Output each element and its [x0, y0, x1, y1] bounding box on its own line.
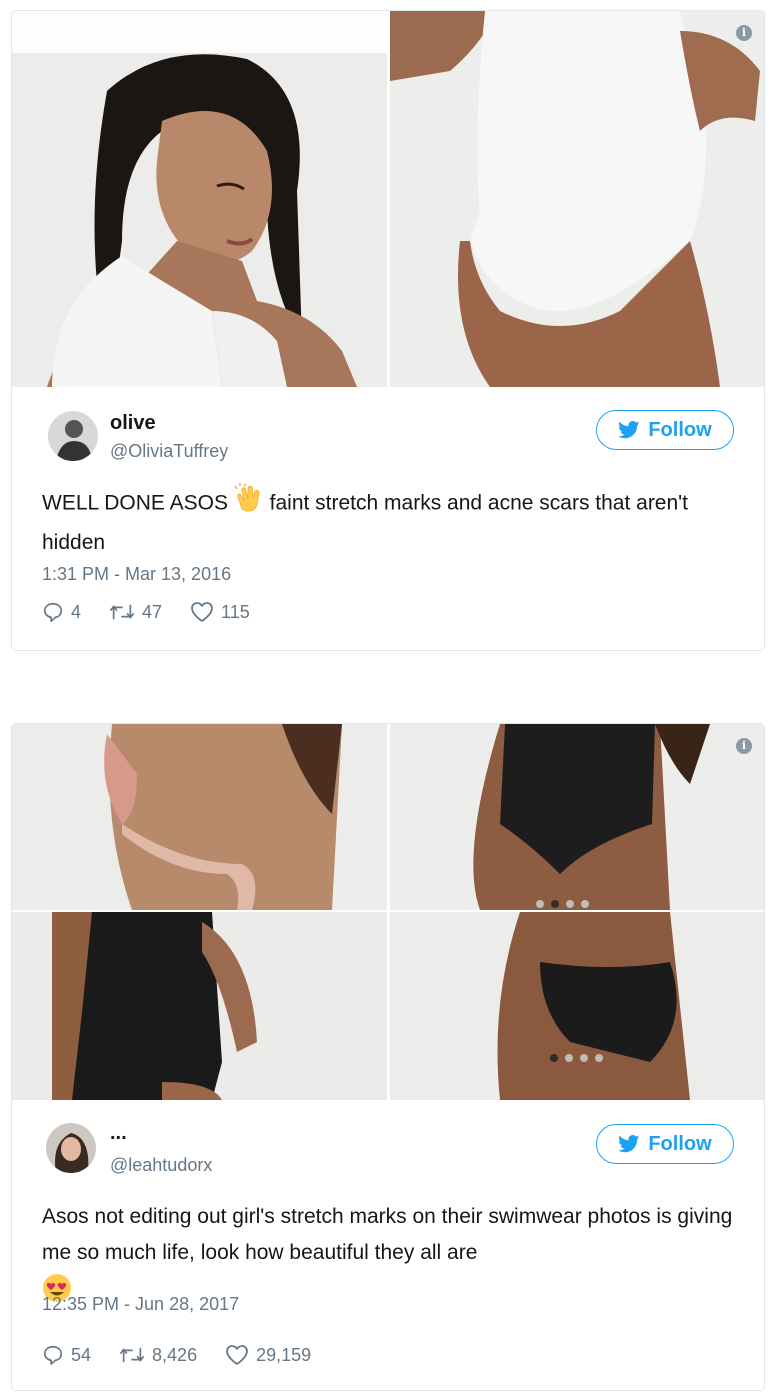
carousel-dot[interactable]: [580, 1054, 588, 1062]
user-handle[interactable]: @leahtudorx: [110, 1155, 212, 1176]
retweet-button[interactable]: 8,426: [119, 1345, 197, 1366]
action-bar: 4 47 115: [42, 601, 278, 623]
tweet-media-2[interactable]: i: [12, 724, 764, 1100]
retweet-count: 8,426: [152, 1344, 198, 1365]
follow-button[interactable]: Follow: [596, 410, 734, 450]
retweet-icon: [110, 604, 134, 620]
info-icon[interactable]: i: [736, 25, 752, 41]
photo-black-lace-back[interactable]: [390, 724, 764, 910]
carousel-dot[interactable]: [566, 900, 574, 908]
tweet-text-body: Asos not editing out girl's stretch mark…: [42, 1205, 733, 1264]
carousel-dot[interactable]: [595, 1054, 603, 1062]
like-button[interactable]: 115: [190, 601, 250, 623]
follow-label: Follow: [648, 1132, 712, 1155]
heart-icon: [226, 1345, 248, 1365]
carousel-dots[interactable]: [536, 900, 589, 908]
twitter-bird-icon: [618, 1135, 640, 1153]
tweet-text: WELL DONE ASOS faint stretch marks and a…: [42, 483, 742, 561]
like-button[interactable]: 29,159: [225, 1344, 311, 1366]
like-count: 29,159: [256, 1344, 312, 1365]
heart-icon: [191, 602, 213, 622]
tweet-text-part1: WELL DONE ASOS: [42, 491, 228, 515]
reply-icon: [43, 1345, 63, 1365]
reply-button[interactable]: 54: [42, 1344, 91, 1366]
avatar[interactable]: [46, 1123, 96, 1173]
photo-black-bodysuit[interactable]: [12, 912, 387, 1100]
carousel-dot[interactable]: [565, 1054, 573, 1062]
carousel-dot[interactable]: [536, 900, 544, 908]
photo-bodysuit-back[interactable]: [390, 11, 764, 387]
clapping-hands-emoji: [234, 483, 264, 525]
photo-black-briefs[interactable]: [390, 912, 764, 1100]
tweet-card-2: i ... @leahtudorx Follow Asos not editin…: [11, 723, 765, 1391]
follow-label: Follow: [648, 418, 712, 441]
reply-button[interactable]: 4: [42, 601, 81, 623]
retweet-count: 47: [142, 601, 163, 622]
user-handle[interactable]: @OliviaTuffrey: [110, 441, 228, 462]
reply-icon: [43, 602, 63, 622]
tweet-card-1: i olive @OliviaTuffrey Follow WELL DONE …: [11, 10, 765, 651]
carousel-dot[interactable]: [551, 900, 559, 908]
tweet-media-1[interactable]: i: [12, 11, 764, 387]
timestamp[interactable]: 12:35 PM - Jun 28, 2017: [42, 1294, 239, 1315]
display-name[interactable]: ...: [110, 1122, 127, 1145]
info-icon[interactable]: i: [736, 738, 752, 754]
avatar[interactable]: [48, 411, 98, 461]
display-name[interactable]: olive: [110, 412, 156, 435]
retweet-button[interactable]: 47: [109, 602, 162, 623]
reply-count: 4: [71, 601, 82, 622]
photo-portrait[interactable]: [12, 11, 387, 387]
follow-button[interactable]: Follow: [596, 1124, 734, 1164]
photo-bikini-back[interactable]: [12, 724, 387, 910]
carousel-dot[interactable]: [550, 1054, 558, 1062]
reply-count: 54: [71, 1344, 92, 1365]
action-bar: 54 8,426 29,159: [42, 1344, 339, 1366]
carousel-dot[interactable]: [581, 900, 589, 908]
twitter-bird-icon: [618, 421, 640, 439]
timestamp[interactable]: 1:31 PM - Mar 13, 2016: [42, 564, 231, 585]
tweet-text: Asos not editing out girl's stretch mark…: [42, 1199, 742, 1303]
carousel-dots[interactable]: [550, 1054, 603, 1062]
retweet-icon: [120, 1347, 145, 1363]
like-count: 115: [221, 601, 250, 622]
